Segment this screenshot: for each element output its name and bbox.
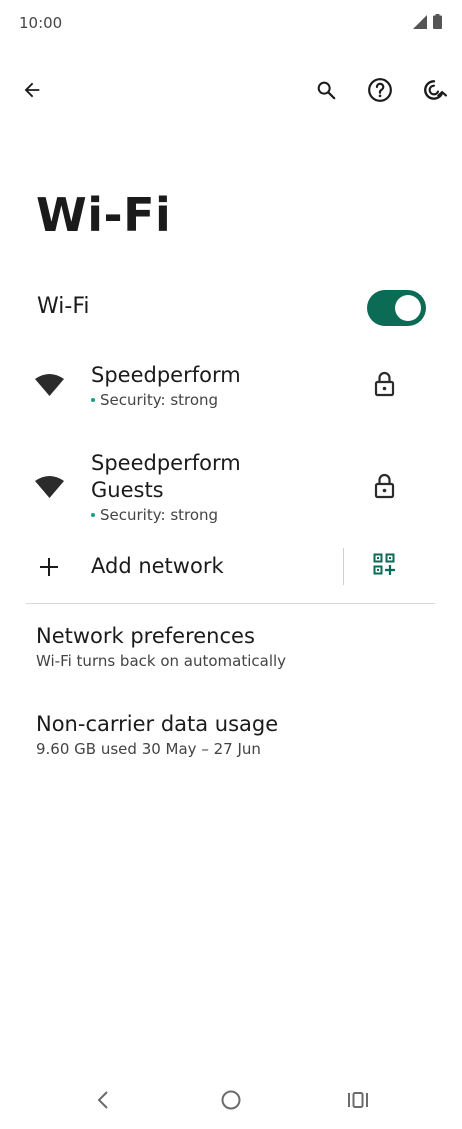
qr-code-icon (373, 553, 395, 579)
qr-scan-button[interactable] (364, 546, 404, 586)
section-divider (26, 603, 435, 604)
data-usage-subtitle: 9.60 GB used 30 May – 27 Jun (36, 740, 261, 758)
vertical-divider (343, 548, 344, 585)
status-time: 10:00 (19, 14, 63, 32)
recents-icon (347, 1091, 369, 1113)
chevron-left-icon (96, 1090, 110, 1114)
search-icon (315, 79, 337, 105)
nav-home-button[interactable] (211, 1085, 251, 1119)
data-usage-title: Non-carrier data usage (36, 712, 279, 736)
network-security: Security: strong (91, 391, 241, 409)
home-circle-icon (220, 1089, 242, 1115)
lock-icon (374, 473, 395, 503)
arrow-left-icon (21, 79, 43, 105)
plus-icon (38, 556, 60, 582)
security-dot (91, 398, 95, 402)
network-security-label: Security: strong (100, 506, 219, 524)
network-preferences-title: Network preferences (36, 624, 255, 648)
battery-icon (433, 14, 442, 33)
network-security: Security: strong (91, 506, 311, 524)
refresh-button[interactable] (414, 72, 454, 112)
network-preferences-subtitle: Wi-Fi turns back on automatically (36, 652, 287, 670)
back-button[interactable] (12, 72, 52, 112)
network-name: Speedperform Guests (91, 451, 241, 502)
data-usage-item[interactable]: Non-carrier data usage 9.60 GB used 30 M… (36, 712, 436, 758)
wifi-signal-icon (35, 373, 64, 400)
wifi-toggle-label: Wi-Fi (37, 294, 90, 319)
network-item-speedperform-guests[interactable]: Speedperform Guests Security: strong (0, 446, 462, 536)
network-name: Speedperform (91, 363, 241, 387)
nav-recents-button[interactable] (338, 1085, 378, 1119)
lock-icon (374, 371, 395, 401)
network-item-speedperform[interactable]: Speedperform Security: strong (0, 358, 462, 424)
nav-back-button[interactable] (83, 1085, 123, 1119)
add-network-label: Add network (91, 554, 224, 578)
network-security-label: Security: strong (100, 391, 219, 409)
page-title: Wi-Fi (36, 188, 172, 242)
search-button[interactable] (306, 72, 346, 112)
status-icons (413, 14, 442, 33)
wifi-toggle-switch[interactable] (367, 290, 426, 326)
help-icon (367, 77, 393, 107)
toggle-knob (395, 295, 421, 321)
network-preferences-item[interactable]: Network preferences Wi-Fi turns back on … (36, 624, 436, 670)
help-button[interactable] (360, 72, 400, 112)
refresh-icon (421, 77, 447, 107)
signal-icon (413, 14, 427, 33)
wifi-signal-icon (35, 475, 64, 502)
security-dot (91, 513, 95, 517)
